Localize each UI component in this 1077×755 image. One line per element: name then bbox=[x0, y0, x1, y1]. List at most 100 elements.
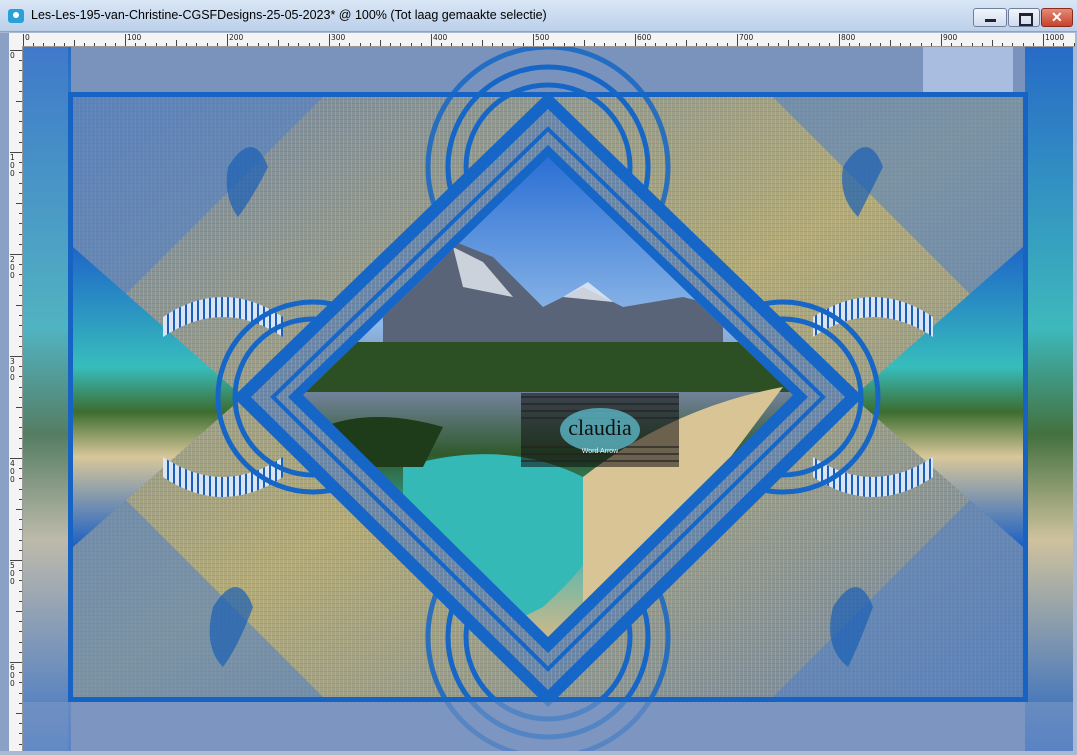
ruler-tick bbox=[19, 468, 22, 470]
maximize-button[interactable] bbox=[1008, 8, 1040, 27]
artwork: claudia Word Arrow bbox=[23, 47, 1073, 751]
watermark-subtext: Word Arrow bbox=[582, 448, 619, 455]
ruler-tick bbox=[19, 549, 22, 551]
ruler-tick bbox=[84, 43, 86, 46]
ruler-tick bbox=[359, 43, 361, 46]
ruler-tick bbox=[104, 43, 106, 46]
ruler-tick bbox=[930, 43, 932, 46]
ruler-tick bbox=[19, 621, 22, 623]
ruler-tick bbox=[879, 43, 881, 46]
ruler-tick bbox=[920, 43, 922, 46]
ruler-tick bbox=[604, 43, 606, 46]
ruler-tick bbox=[584, 40, 585, 46]
ruler-tick bbox=[869, 43, 871, 46]
ruler-tick bbox=[19, 111, 22, 113]
image-canvas[interactable]: claudia Word Arrow bbox=[23, 47, 1073, 751]
ruler-tick bbox=[1073, 43, 1075, 46]
ruler-tick bbox=[339, 43, 341, 46]
ruler-tick bbox=[267, 43, 269, 46]
ruler-tick bbox=[369, 43, 371, 46]
ruler-tick bbox=[675, 43, 677, 46]
ruler-tick bbox=[19, 121, 22, 123]
ruler-tick bbox=[19, 90, 22, 92]
ruler-label: 400 bbox=[10, 459, 15, 484]
ruler-label: 300 bbox=[331, 33, 346, 42]
ruler-tick bbox=[492, 43, 494, 46]
ruler-tick bbox=[624, 43, 626, 46]
ruler-tick bbox=[971, 43, 973, 46]
ruler-tick bbox=[19, 641, 22, 643]
ruler-tick bbox=[798, 43, 800, 46]
ruler-tick bbox=[19, 345, 22, 347]
ruler-label: 500 bbox=[535, 33, 550, 42]
ruler-tick bbox=[165, 43, 167, 46]
ruler-tick bbox=[910, 43, 912, 46]
ruler-tick bbox=[614, 43, 616, 46]
ruler-tick bbox=[19, 315, 22, 317]
ruler-label: 800 bbox=[841, 33, 856, 42]
app-icon[interactable] bbox=[8, 9, 24, 23]
horizontal-ruler[interactable]: 0 100 200 300 400 500 600 700 800 900 1000 bbox=[9, 33, 1075, 47]
ruler-tick bbox=[19, 600, 22, 602]
ruler-tick bbox=[237, 43, 239, 46]
ruler-tick bbox=[16, 305, 22, 306]
ruler-tick bbox=[19, 284, 22, 286]
ruler-tick bbox=[16, 509, 22, 510]
ruler-tick bbox=[16, 101, 22, 102]
minimize-button[interactable] bbox=[973, 8, 1007, 27]
ruler-tick bbox=[114, 43, 116, 46]
ruler-tick bbox=[19, 672, 22, 674]
ruler-tick bbox=[19, 223, 22, 225]
ruler-tick bbox=[747, 43, 749, 46]
ruler-tick bbox=[19, 80, 22, 82]
ruler-tick bbox=[19, 529, 22, 531]
ruler-tick bbox=[19, 498, 22, 500]
ruler-tick bbox=[94, 43, 96, 46]
ruler-tick bbox=[125, 34, 126, 46]
ruler-tick bbox=[410, 43, 412, 46]
watermark-text: claudia bbox=[568, 415, 632, 440]
ruler-tick bbox=[19, 213, 22, 215]
ruler-label: 0 bbox=[10, 51, 15, 60]
ruler-tick bbox=[19, 386, 22, 388]
ruler-tick bbox=[19, 702, 22, 704]
ruler-tick bbox=[186, 43, 188, 46]
ruler-tick bbox=[19, 651, 22, 653]
ruler-tick bbox=[441, 43, 443, 46]
ruler-tick bbox=[63, 43, 65, 46]
ruler-tick bbox=[431, 34, 432, 46]
ruler-tick bbox=[19, 692, 22, 694]
vertical-ruler[interactable]: 0 100 200 300 400 500 600 bbox=[9, 46, 23, 751]
ruler-tick bbox=[19, 743, 22, 745]
ruler-tick bbox=[461, 43, 463, 46]
ruler-tick bbox=[16, 611, 22, 612]
ruler-tick bbox=[665, 43, 667, 46]
ruler-tick bbox=[818, 43, 820, 46]
close-button[interactable] bbox=[1041, 8, 1073, 27]
ruler-tick bbox=[19, 172, 22, 174]
ruler-label: 600 bbox=[637, 33, 652, 42]
ruler-tick bbox=[900, 43, 902, 46]
ruler-tick bbox=[767, 43, 769, 46]
ruler-tick bbox=[19, 131, 22, 133]
ruler-label: 100 bbox=[10, 153, 15, 178]
ruler-tick bbox=[196, 43, 198, 46]
ruler-tick bbox=[19, 590, 22, 592]
ruler-tick bbox=[19, 478, 22, 480]
ruler-tick bbox=[247, 43, 249, 46]
ruler-tick bbox=[288, 43, 290, 46]
ruler-tick bbox=[1063, 43, 1065, 46]
ruler-tick bbox=[808, 43, 810, 46]
ruler-tick bbox=[522, 43, 524, 46]
window-title: Les-Les-195-van-Christine-CGSFDesigns-25… bbox=[31, 8, 547, 22]
ruler-tick bbox=[512, 43, 514, 46]
ruler-tick bbox=[227, 34, 228, 46]
ruler-tick bbox=[176, 40, 177, 46]
ruler-tick bbox=[573, 43, 575, 46]
canvas-left-border bbox=[0, 33, 9, 751]
ruler-tick bbox=[726, 43, 728, 46]
ruler-tick bbox=[390, 43, 392, 46]
ruler-tick bbox=[19, 437, 22, 439]
ruler-tick bbox=[502, 43, 504, 46]
ruler-tick bbox=[19, 733, 22, 735]
